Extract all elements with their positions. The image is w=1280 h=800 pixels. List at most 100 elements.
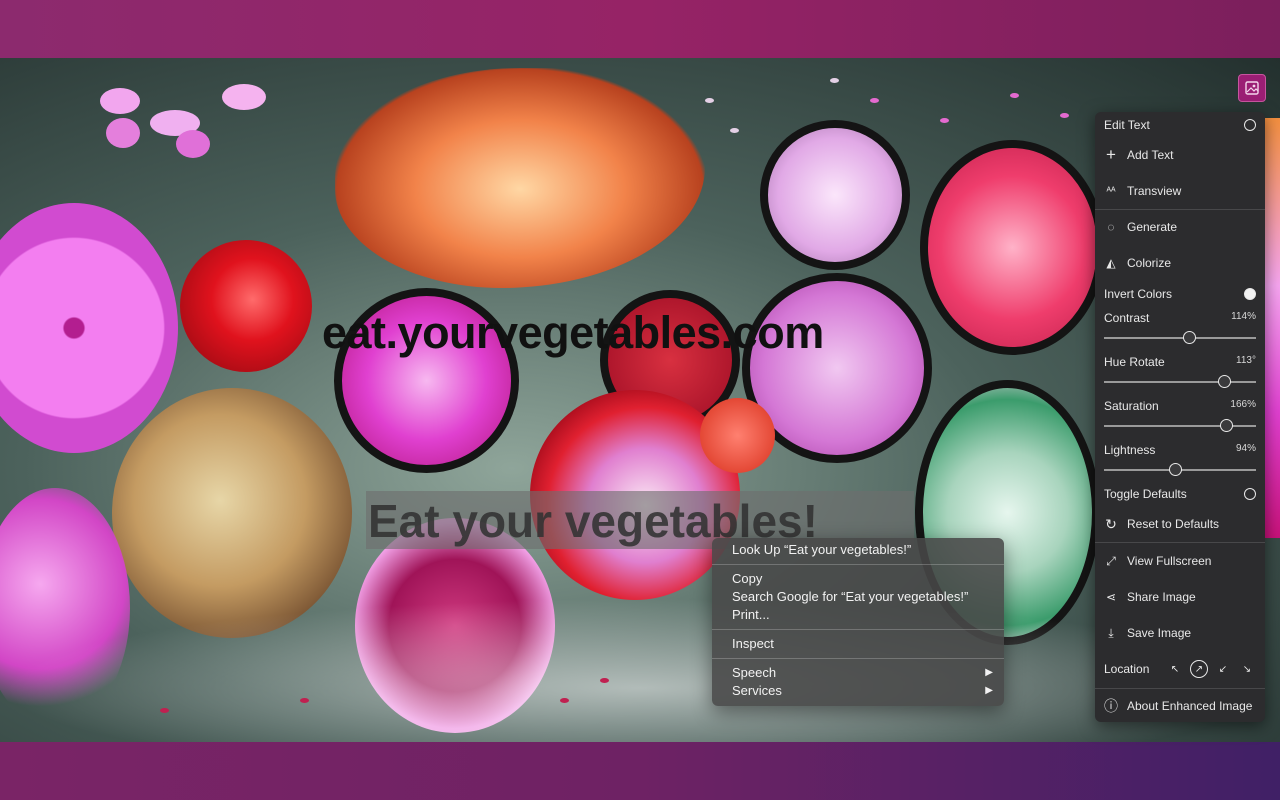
menu-item-speech[interactable]: Speech ▶ [712,664,1004,682]
seed [600,678,609,683]
hue-rotate-slider[interactable]: Hue Rotate 113° [1104,355,1256,388]
transview-button[interactable]: ᴬᴬ Transview [1095,176,1265,206]
menu-item-services-label: Services [732,683,782,698]
reset-icon: ↻ [1105,515,1117,532]
seed [300,698,309,703]
saturation-label: Saturation [1104,399,1159,413]
lightness-slider[interactable]: Lightness 94% [1104,443,1256,476]
bowl-red-seeds [920,140,1105,355]
contrast-label: Contrast [1104,311,1150,325]
menu-item-services[interactable]: Services ▶ [712,682,1004,700]
small-onion-region [700,398,775,473]
contrast-value: 114% [1231,311,1256,322]
invert-colors-toggle[interactable]: Invert Colors [1095,279,1265,309]
enhanced-image-extension-icon[interactable] [1238,74,1266,102]
saturation-thumb[interactable] [1219,419,1233,432]
reset-defaults-button[interactable]: ↻ Reset to Defaults [1095,509,1265,539]
bottom-background-band [0,742,1280,800]
seed [176,130,210,158]
menu-item-search-google[interactable]: Search Google for “Eat your vegetables!” [712,588,1004,606]
share-image-button[interactable]: ⋖ Share Image [1095,582,1265,612]
seed [222,84,266,110]
seed [560,698,569,703]
saturation-slider[interactable]: Saturation 166% [1104,399,1256,432]
seed [705,98,714,103]
toggle-defaults-label: Toggle Defaults [1104,487,1187,501]
menu-item-print[interactable]: Print... [712,606,1004,624]
plus-icon: + [1106,145,1116,164]
vegetables-image[interactable] [0,58,1280,742]
seed [100,88,140,114]
generate-label: Generate [1127,220,1178,234]
lightness-label: Lightness [1104,443,1156,457]
menu-item-speech-label: Speech [732,665,777,680]
invert-colors-radio[interactable] [1244,288,1256,300]
seed [1010,93,1019,98]
share-image-label: Share Image [1127,590,1196,604]
generate-icon: ◌ [1107,220,1115,234]
about-button[interactable]: ⓘ About Enhanced Image [1095,691,1265,721]
lightness-value: 94% [1235,443,1256,454]
colorize-icon: ◭ [1106,256,1116,270]
site-text-overlay[interactable]: eat.yourvegetables.com [322,307,824,359]
hue-rotate-thumb[interactable] [1218,375,1232,388]
location-bottom-right-icon[interactable]: ↘ [1238,660,1256,678]
generate-button[interactable]: ◌ Generate [1095,212,1265,242]
hue-rotate-value: 113° [1236,355,1256,366]
location-bottom-left-icon[interactable]: ↙ [1214,660,1232,678]
seed [830,78,839,83]
location-top-left-icon[interactable]: ↖ [1166,660,1184,678]
light-glow [0,598,1280,742]
location-top-right-icon[interactable]: ↗ [1190,660,1208,678]
colorize-button[interactable]: ◭ Colorize [1095,248,1265,278]
seed [730,128,739,133]
lightness-thumb[interactable] [1169,463,1183,476]
view-fullscreen-label: View Fullscreen [1127,554,1212,568]
edit-text-toggle[interactable]: Edit Text [1095,110,1265,140]
bowl-white-grain [760,120,910,270]
submenu-arrow-icon: ▶ [985,667,993,678]
menu-separator [712,564,1004,565]
seed [106,118,140,148]
apple-region [180,240,312,372]
menu-item-look-up[interactable]: Look Up “Eat your vegetables!” [712,541,1004,559]
view-fullscreen-button[interactable]: ⤢ View Fullscreen [1095,546,1265,576]
enhanced-image-panel: Edit Text + Add Text ᴬᴬ Transview ◌ Gene… [1095,112,1265,722]
context-menu: Look Up “Eat your vegetables!” Copy Sear… [712,538,1004,706]
add-text-button[interactable]: + Add Text [1095,140,1265,170]
share-icon: ⋖ [1105,590,1117,604]
about-label: About Enhanced Image [1127,699,1253,713]
image-icon [1245,81,1259,95]
edit-text-radio[interactable] [1244,119,1256,131]
seed [940,118,949,123]
save-icon: ⤓ [1108,625,1114,640]
location-control: Location ↖ ↗ ↙ ↘ [1104,657,1256,681]
colorize-label: Colorize [1127,256,1172,270]
menu-separator [712,658,1004,659]
toggle-defaults-toggle[interactable]: Toggle Defaults [1095,479,1265,509]
save-image-label: Save Image [1127,626,1192,640]
contrast-slider[interactable]: Contrast 114% [1104,311,1256,344]
save-image-button[interactable]: ⤓ Save Image [1095,618,1265,648]
saturation-value: 166% [1230,399,1256,410]
contrast-thumb[interactable] [1183,331,1197,344]
seed [1060,113,1069,118]
seed [160,708,169,713]
saturation-track[interactable] [1104,419,1256,432]
info-icon: ⓘ [1104,698,1118,714]
edit-text-label: Edit Text [1104,118,1150,132]
panel-separator [1095,209,1265,210]
toggle-defaults-radio[interactable] [1244,488,1256,500]
hue-rotate-track[interactable] [1104,375,1256,388]
submenu-arrow-icon: ▶ [985,685,993,696]
menu-item-inspect[interactable]: Inspect [712,635,1004,653]
top-background-band [0,0,1280,58]
panel-separator [1095,542,1265,543]
location-label: Location [1104,662,1150,676]
reset-defaults-label: Reset to Defaults [1127,517,1220,531]
menu-item-copy[interactable]: Copy [712,570,1004,588]
transview-icon: ᴬᴬ [1106,185,1116,197]
contrast-track[interactable] [1104,331,1256,344]
invert-colors-label: Invert Colors [1104,287,1173,301]
lightness-track[interactable] [1104,463,1256,476]
